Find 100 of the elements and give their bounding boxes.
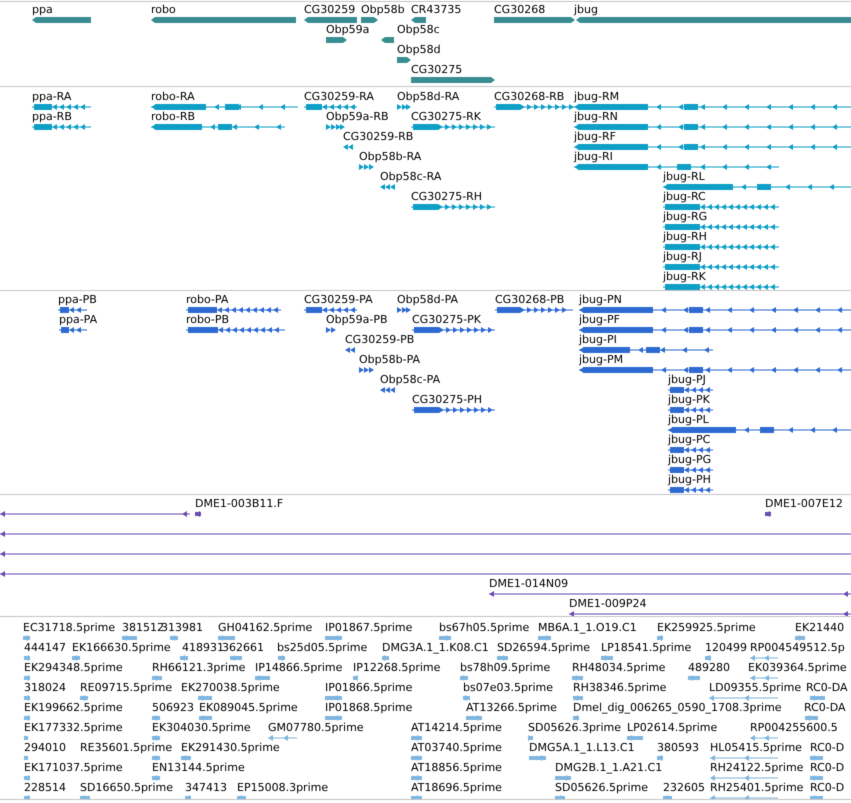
transcript-glyph[interactable] <box>397 103 411 111</box>
est-glyph[interactable] <box>152 734 160 742</box>
gene-glyph[interactable] <box>326 36 347 44</box>
est-glyph[interactable] <box>24 754 28 762</box>
est-glyph[interactable] <box>325 634 342 642</box>
gene-glyph[interactable] <box>411 76 495 84</box>
protein-glyph[interactable] <box>359 366 376 374</box>
gene-glyph[interactable] <box>32 16 91 24</box>
transcript-glyph[interactable] <box>574 103 851 111</box>
est-glyph[interactable] <box>810 774 823 782</box>
clone-glyph[interactable] <box>569 610 851 616</box>
est-glyph[interactable] <box>463 694 470 702</box>
clone-glyph[interactable] <box>0 570 851 578</box>
est-glyph[interactable] <box>627 734 643 742</box>
transcript-glyph[interactable] <box>663 183 851 191</box>
est-glyph[interactable] <box>268 734 297 742</box>
transcript-glyph[interactable] <box>380 183 396 191</box>
transcript-glyph[interactable] <box>32 123 91 131</box>
est-glyph[interactable] <box>152 774 160 782</box>
gene-glyph[interactable] <box>361 16 378 24</box>
est-glyph[interactable] <box>411 754 422 762</box>
est-glyph[interactable] <box>709 694 778 702</box>
protein-glyph[interactable] <box>59 326 87 334</box>
protein-glyph[interactable] <box>304 306 357 314</box>
clone-glyph[interactable] <box>0 550 851 558</box>
transcript-glyph[interactable] <box>663 243 779 251</box>
gene-glyph[interactable] <box>411 16 426 24</box>
protein-glyph[interactable] <box>397 306 411 314</box>
est-glyph[interactable] <box>24 774 30 782</box>
est-glyph[interactable] <box>152 754 160 762</box>
est-glyph[interactable] <box>460 674 468 682</box>
est-glyph[interactable] <box>170 634 178 642</box>
est-glyph[interactable] <box>538 634 551 642</box>
transcript-glyph[interactable] <box>663 203 779 211</box>
est-glyph[interactable] <box>529 754 546 762</box>
est-glyph[interactable] <box>705 654 711 662</box>
protein-glyph[interactable] <box>579 326 851 334</box>
gene-glyph[interactable] <box>381 36 394 44</box>
transcript-glyph[interactable] <box>359 163 376 171</box>
protein-glyph[interactable] <box>326 326 338 334</box>
est-glyph[interactable] <box>750 654 778 662</box>
gene-glyph[interactable] <box>494 16 575 24</box>
est-glyph[interactable] <box>573 714 579 722</box>
est-glyph[interactable] <box>24 694 30 702</box>
gene-glyph[interactable] <box>397 56 411 64</box>
protein-glyph[interactable] <box>668 446 713 454</box>
transcript-glyph[interactable] <box>304 103 357 111</box>
est-glyph[interactable] <box>439 634 451 642</box>
protein-glyph[interactable] <box>579 346 713 354</box>
gene-glyph[interactable] <box>304 16 357 24</box>
est-glyph[interactable] <box>180 654 188 662</box>
transcript-glyph[interactable] <box>574 123 851 131</box>
transcript-glyph[interactable] <box>663 223 779 231</box>
transcript-glyph[interactable] <box>343 143 356 151</box>
est-glyph[interactable] <box>528 734 533 742</box>
est-glyph[interactable] <box>688 674 700 682</box>
est-glyph[interactable] <box>325 694 342 702</box>
est-glyph[interactable] <box>710 754 778 762</box>
est-glyph[interactable] <box>710 774 778 782</box>
est-glyph[interactable] <box>23 634 30 642</box>
est-glyph[interactable] <box>466 714 482 722</box>
est-glyph[interactable] <box>198 694 212 702</box>
protein-glyph[interactable] <box>186 306 281 314</box>
est-glyph[interactable] <box>601 654 613 662</box>
est-glyph[interactable] <box>24 674 30 682</box>
est-glyph[interactable] <box>152 674 162 682</box>
est-glyph[interactable] <box>497 654 508 662</box>
transcript-glyph[interactable] <box>494 103 575 111</box>
protein-glyph[interactable] <box>579 306 851 314</box>
clone-glyph[interactable] <box>195 510 201 518</box>
transcript-glyph[interactable] <box>151 103 298 111</box>
est-glyph[interactable] <box>199 714 212 722</box>
clone-glyph[interactable] <box>489 590 851 598</box>
protein-glyph[interactable] <box>380 386 397 394</box>
est-glyph[interactable] <box>24 654 30 662</box>
gene-glyph[interactable] <box>576 16 851 24</box>
transcript-glyph[interactable] <box>574 143 851 151</box>
est-glyph[interactable] <box>750 674 778 682</box>
est-glyph[interactable] <box>795 634 805 642</box>
protein-glyph[interactable] <box>495 306 573 314</box>
transcript-glyph[interactable] <box>663 263 779 271</box>
est-glyph[interactable] <box>657 754 663 762</box>
est-glyph[interactable] <box>657 634 663 642</box>
transcript-glyph[interactable] <box>411 203 495 211</box>
protein-glyph[interactable] <box>668 426 851 434</box>
est-glyph[interactable] <box>24 734 28 742</box>
protein-glyph[interactable] <box>412 406 495 414</box>
transcript-glyph[interactable] <box>663 283 779 290</box>
protein-glyph[interactable] <box>668 406 713 414</box>
est-glyph[interactable] <box>411 774 422 782</box>
transcript-glyph[interactable] <box>151 123 285 131</box>
est-glyph[interactable] <box>80 694 88 702</box>
est-glyph[interactable] <box>152 714 160 722</box>
est-glyph[interactable] <box>382 654 389 662</box>
est-glyph[interactable] <box>353 674 358 682</box>
protein-glyph[interactable] <box>668 386 713 394</box>
est-glyph[interactable] <box>750 734 778 742</box>
est-glyph[interactable] <box>555 774 571 782</box>
transcript-glyph[interactable] <box>32 103 91 111</box>
transcript-glyph[interactable] <box>574 163 779 171</box>
